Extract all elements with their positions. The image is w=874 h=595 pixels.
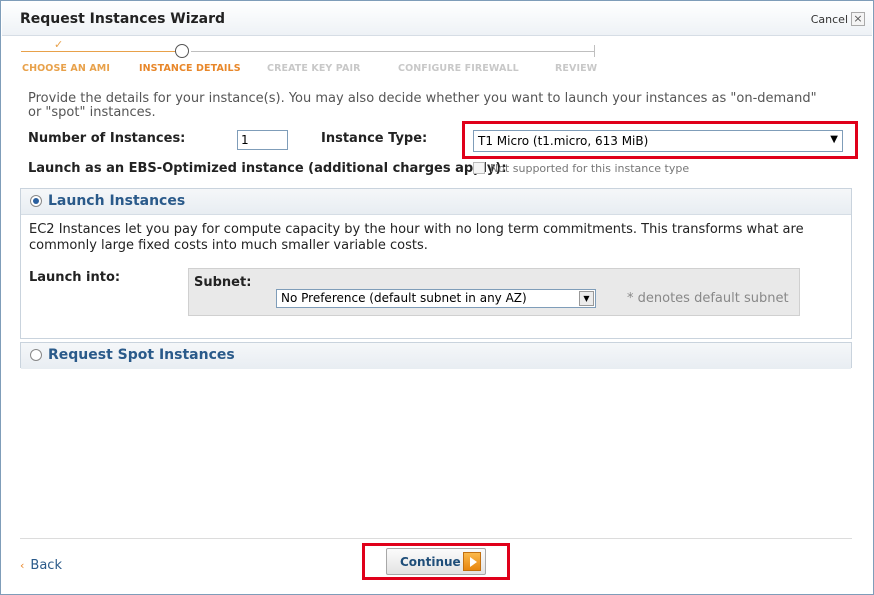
launch-instances-title[interactable]: Launch Instances <box>48 193 185 209</box>
default-subnet-hint: * denotes default subnet <box>627 291 789 306</box>
instance-type-selected-value: T1 Micro (t1.micro, 613 MiB) <box>478 134 649 148</box>
step-instance-details: INSTANCE DETAILS <box>139 63 241 74</box>
launch-into-label: Launch into: <box>29 270 121 285</box>
play-arrow-icon <box>463 552 481 571</box>
chevron-down-icon: ▼ <box>830 134 838 145</box>
progress-line-remaining <box>191 51 595 52</box>
ebs-optimized-note: Not supported for this instance type <box>490 162 690 175</box>
instance-type-select[interactable]: T1 Micro (t1.micro, 613 MiB) ▼ <box>473 130 843 152</box>
progress-line-done <box>21 51 183 52</box>
num-instances-label: Number of Instances: <box>28 131 186 146</box>
request-spot-instances-radio[interactable] <box>30 349 42 361</box>
request-instances-wizard-dialog: Request Instances Wizard Cancel × ✓ CHOO… <box>0 0 874 595</box>
intro-text: Provide the details for your instance(s)… <box>28 91 817 120</box>
request-spot-instances-header[interactable]: Request Spot Instances <box>21 343 851 369</box>
step-configure-firewall: CONFIGURE FIREWALL <box>398 63 519 74</box>
ebs-optimized-checkbox[interactable] <box>473 162 485 174</box>
wizard-progress: ✓ CHOOSE AN AMI INSTANCE DETAILS CREATE … <box>19 38 599 79</box>
continue-button[interactable]: Continue <box>386 548 486 575</box>
launch-instances-description: EC2 Instances let you pay for compute ca… <box>29 222 804 253</box>
num-instances-input[interactable] <box>237 130 288 150</box>
request-spot-instances-panel: Request Spot Instances <box>20 342 852 369</box>
request-spot-instances-title[interactable]: Request Spot Instances <box>48 347 235 363</box>
step-done-check-icon: ✓ <box>54 38 64 51</box>
close-icon[interactable]: × <box>851 12 865 26</box>
progress-end-tick <box>594 45 595 57</box>
subnet-selected-value: No Preference (default subnet in any AZ) <box>281 291 527 305</box>
step-review: REVIEW <box>555 63 598 74</box>
step-create-key-pair: CREATE KEY PAIR <box>267 63 361 74</box>
dialog-title: Request Instances Wizard <box>20 11 226 27</box>
ebs-optimized-label: Launch as an EBS-Optimized instance (add… <box>28 161 507 176</box>
launch-instances-panel: Launch Instances EC2 Instances let you p… <box>20 188 852 339</box>
subnet-select[interactable]: No Preference (default subnet in any AZ)… <box>276 289 596 308</box>
continue-label: Continue <box>400 555 461 569</box>
instance-type-label: Instance Type: <box>321 131 428 146</box>
back-link[interactable]: ‹ Back <box>20 558 62 573</box>
launch-instances-radio[interactable] <box>30 195 42 207</box>
launch-instances-header[interactable]: Launch Instances <box>21 189 851 215</box>
step-choose-ami: CHOOSE AN AMI <box>22 63 110 74</box>
current-step-marker-icon <box>175 44 189 58</box>
back-label[interactable]: Back <box>30 558 62 573</box>
chevron-left-icon: ‹ <box>20 559 25 572</box>
subnet-container: Subnet: No Preference (default subnet in… <box>188 268 800 316</box>
footer-divider <box>20 538 852 539</box>
chevron-down-icon: ▼ <box>579 291 594 306</box>
cancel-link[interactable]: Cancel <box>811 13 848 26</box>
subnet-label: Subnet: <box>194 275 252 290</box>
dialog-titlebar: Request Instances Wizard Cancel × <box>2 2 872 36</box>
